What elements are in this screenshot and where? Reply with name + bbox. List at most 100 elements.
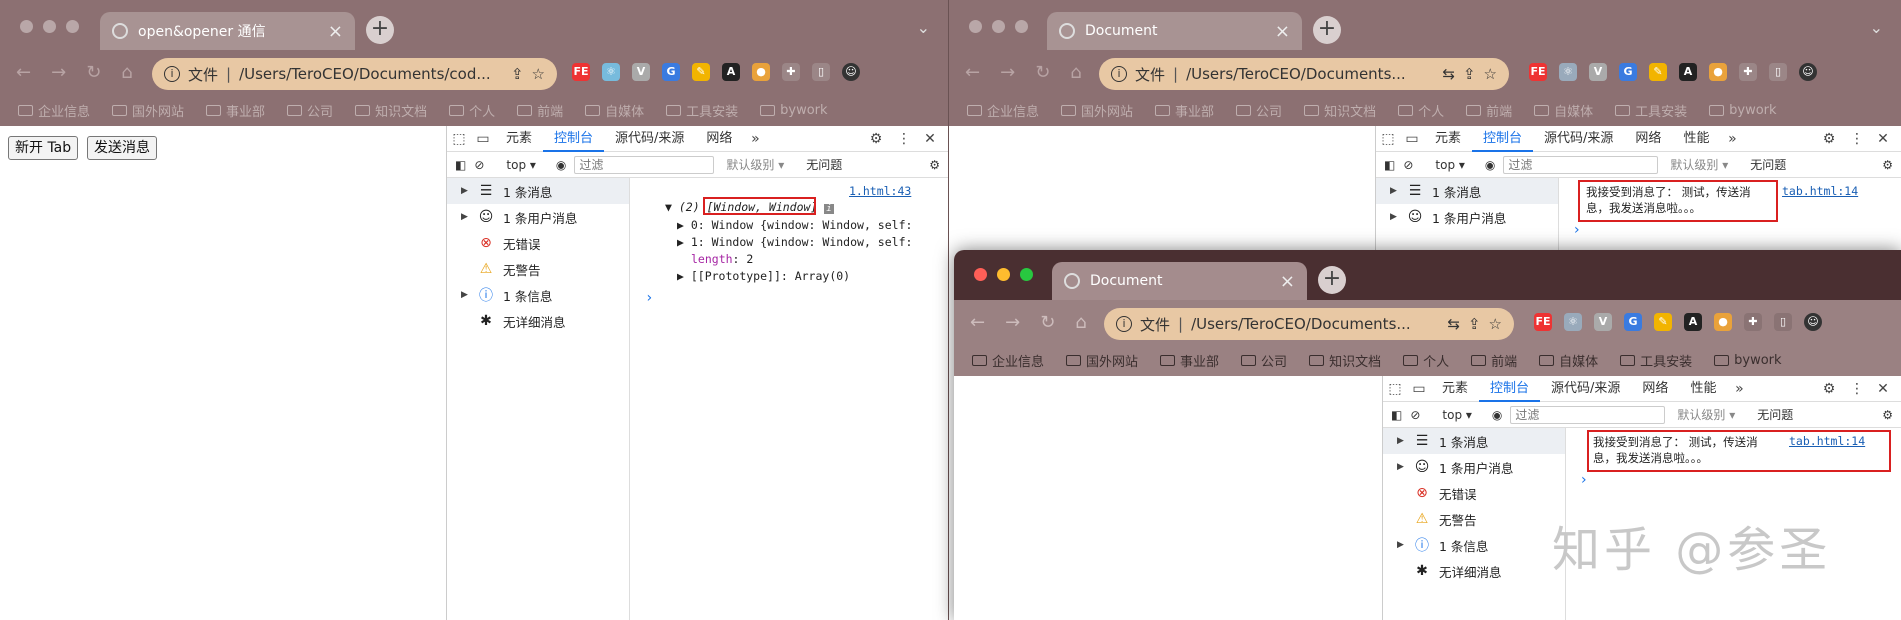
tab-sources[interactable]: 源代码/来源 [604,126,695,152]
sidebar-toggle-icon[interactable]: ◧ [1384,158,1395,172]
more-tabs-icon[interactable]: » [1720,131,1744,147]
home-icon[interactable]: ⌂ [1070,62,1081,83]
puzzle-icon[interactable]: ✚ [1744,313,1762,331]
bookmark-folder[interactable]: 前端 [1466,101,1512,120]
fe-extension-icon[interactable]: FE [1534,313,1552,331]
clear-console-icon[interactable]: ⊘ [1403,158,1413,172]
log-line[interactable]: ▶ 0: Window {window: Window, self: [677,218,912,232]
sidebar-toggle-icon[interactable]: ◧ [1391,408,1402,422]
settings-icon[interactable]: ⚙ [1882,408,1893,422]
tab-elements[interactable]: 元素 [495,126,543,152]
reload-icon[interactable]: ↻ [1040,312,1055,333]
minimize-dot[interactable] [992,20,1005,33]
tab-elements[interactable]: 元素 [1424,126,1472,152]
inspect-icon[interactable]: ⬚ [1383,381,1407,397]
sidepanel-icon[interactable]: ▯ [1774,313,1792,331]
bookmark-folder[interactable]: bywork [760,103,828,118]
sidebar-item-messages[interactable]: ▶ ☰ 1 条消息 [1376,178,1558,204]
bookmark-folder[interactable]: 自媒体 [585,101,644,120]
bookmark-folder[interactable]: 国外网站 [1066,351,1138,370]
vue-extension-icon[interactable]: V [632,63,650,81]
bookmark-folder[interactable]: 知识文档 [1304,101,1376,120]
star-icon[interactable]: ☆ [532,65,545,83]
issues-label[interactable]: 无问题 [1750,156,1786,173]
bookmark-folder[interactable]: 自媒体 [1534,101,1593,120]
sidebar-item-user-messages[interactable]: ▶ ☺ 1 条用户消息 [1376,204,1558,230]
bird-extension-icon[interactable]: ✎ [1649,63,1667,81]
close-dot[interactable] [974,268,987,281]
sidebar-item-errors[interactable]: ⊗ 无错误 [1383,480,1565,506]
clear-console-icon[interactable]: ⊘ [474,158,484,172]
cookie-extension-icon[interactable]: ● [752,63,770,81]
reload-icon[interactable]: ↻ [1035,62,1050,83]
settings-icon[interactable]: ⚙ [929,158,940,172]
bookmark-folder[interactable]: 公司 [1236,101,1282,120]
reload-icon[interactable]: ↻ [86,62,101,83]
bookmark-folder[interactable]: 自媒体 [1539,351,1598,370]
tab-sources[interactable]: 源代码/来源 [1540,376,1631,402]
close-dot[interactable] [969,20,982,33]
sidebar-item-info[interactable]: ▶ ⓘ 1 条信息 [447,282,629,308]
tab-performance[interactable]: 性能 [1679,376,1727,402]
angular-extension-icon[interactable]: A [1684,313,1702,331]
more-tabs-icon[interactable]: » [1727,381,1751,397]
source-link[interactable]: 1.html:43 [849,184,911,198]
console-prompt[interactable]: › [1581,472,1587,488]
bookmark-folder[interactable]: 前端 [1471,351,1517,370]
vue-extension-icon[interactable]: V [1594,313,1612,331]
source-link[interactable]: tab.html:14 [1782,184,1858,198]
tab-sources[interactable]: 源代码/来源 [1533,126,1624,152]
close-tab-icon[interactable]: × [1275,21,1290,42]
bookmark-folder[interactable]: 事业部 [1155,101,1214,120]
level-select[interactable]: 默认级别 ▾ [1670,156,1728,173]
bookmark-folder[interactable]: 国外网站 [112,101,184,120]
context-select[interactable]: top ▾ [1442,408,1472,422]
level-select[interactable]: 默认级别 ▾ [1677,406,1735,423]
avatar[interactable]: ☺ [842,63,860,81]
bookmark-folder[interactable]: 个人 [1398,101,1444,120]
gear-icon[interactable]: ⚙ [864,131,888,147]
issues-label[interactable]: 无问题 [806,156,842,173]
translate-extension-icon[interactable]: G [1624,313,1642,331]
sidebar-item-user-messages[interactable]: ▶ ☺ 1 条用户消息 [1383,454,1565,480]
issues-label[interactable]: 无问题 [1757,406,1793,423]
bookmark-folder[interactable]: 工具安装 [1615,101,1687,120]
bookmark-folder[interactable]: 国外网站 [1061,101,1133,120]
address-bar[interactable]: i 文件 | /Users/TeroCEO/Documents... ⇆ ⇪ ☆ [1099,58,1509,90]
close-icon[interactable]: ✕ [918,131,942,147]
bookmark-folder[interactable]: 工具安装 [666,101,738,120]
new-tab-button[interactable]: + [366,16,394,44]
open-tab-button[interactable]: 新开 Tab [8,136,79,160]
close-tab-icon[interactable]: × [1280,271,1295,292]
avatar[interactable]: ☺ [1804,313,1822,331]
share-icon[interactable]: ⇪ [1468,315,1481,333]
sidepanel-icon[interactable]: ▯ [812,63,830,81]
translate-extension-icon[interactable]: G [662,63,680,81]
bookmark-folder[interactable]: 事业部 [1160,351,1219,370]
zoom-dot[interactable] [66,20,79,33]
bookmark-folder[interactable]: 企业信息 [18,101,90,120]
filter-input[interactable]: 过滤 [1510,405,1666,424]
sidebar-item-warnings[interactable]: ⚠ 无警告 [1383,506,1565,532]
kebab-menu-icon[interactable]: ⋮ [1845,131,1869,147]
back-icon[interactable]: ← [965,62,980,83]
gear-icon[interactable]: ⚙ [1817,381,1841,397]
bookmark-folder[interactable]: 公司 [1241,351,1287,370]
console-prompt[interactable]: › [1574,222,1580,238]
minimize-dot[interactable] [997,268,1010,281]
sidebar-item-errors[interactable]: ⊗ 无错误 [447,230,629,256]
bookmark-folder[interactable]: 个人 [1403,351,1449,370]
tab-elements[interactable]: 元素 [1431,376,1479,402]
device-toggle-icon[interactable]: ▭ [471,131,495,147]
react-extension-icon[interactable]: ⚛ [1564,313,1582,331]
new-tab-button[interactable]: + [1313,16,1341,44]
puzzle-icon[interactable]: ✚ [782,63,800,81]
bookmark-folder[interactable]: 企业信息 [967,101,1039,120]
sidebar-item-messages[interactable]: ▶ ☰ 1 条消息 [1383,428,1565,454]
close-icon[interactable]: ✕ [1871,381,1895,397]
minimize-dot[interactable] [43,20,56,33]
gear-icon[interactable]: ⚙ [1817,131,1841,147]
tab-network[interactable]: 网络 [695,126,743,152]
star-icon[interactable]: ☆ [1489,315,1502,333]
bookmark-folder[interactable]: 个人 [449,101,495,120]
